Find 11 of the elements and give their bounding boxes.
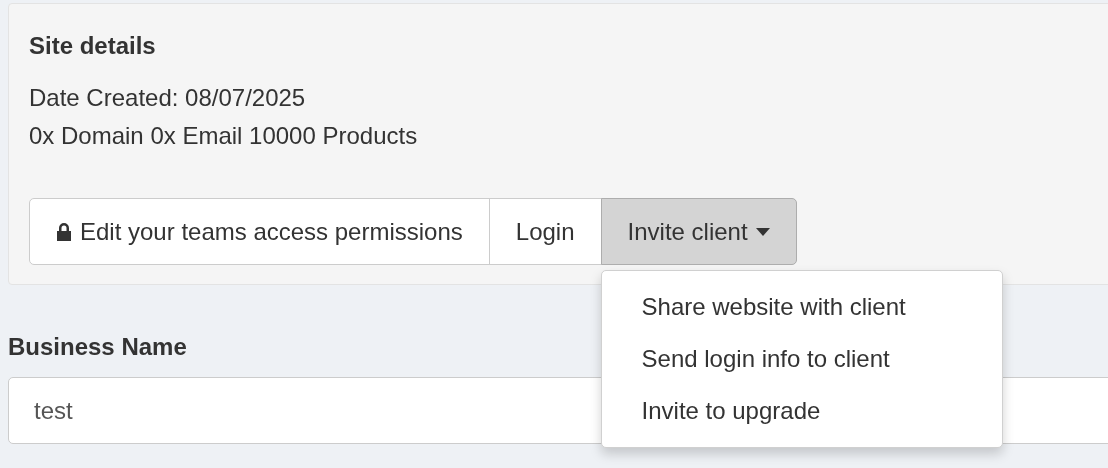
invite-dropdown-button[interactable]: Invite client (600, 198, 797, 265)
lock-icon (56, 221, 72, 242)
login-button[interactable]: Login (488, 198, 602, 265)
menu-item[interactable]: Share website with client (601, 281, 1002, 333)
menu-item[interactable]: Invite to upgrade (601, 385, 1002, 437)
site-stats: 0x Domain 0x Email 10000 Products (29, 121, 418, 151)
permissions-button[interactable]: Edit your teams access permissions (29, 198, 490, 265)
field-label: Business Name (8, 332, 187, 362)
caret-icon (755, 227, 770, 236)
panel-title: Site details (29, 31, 156, 61)
date-created: Date Created: 08/07/2025 (29, 83, 306, 113)
